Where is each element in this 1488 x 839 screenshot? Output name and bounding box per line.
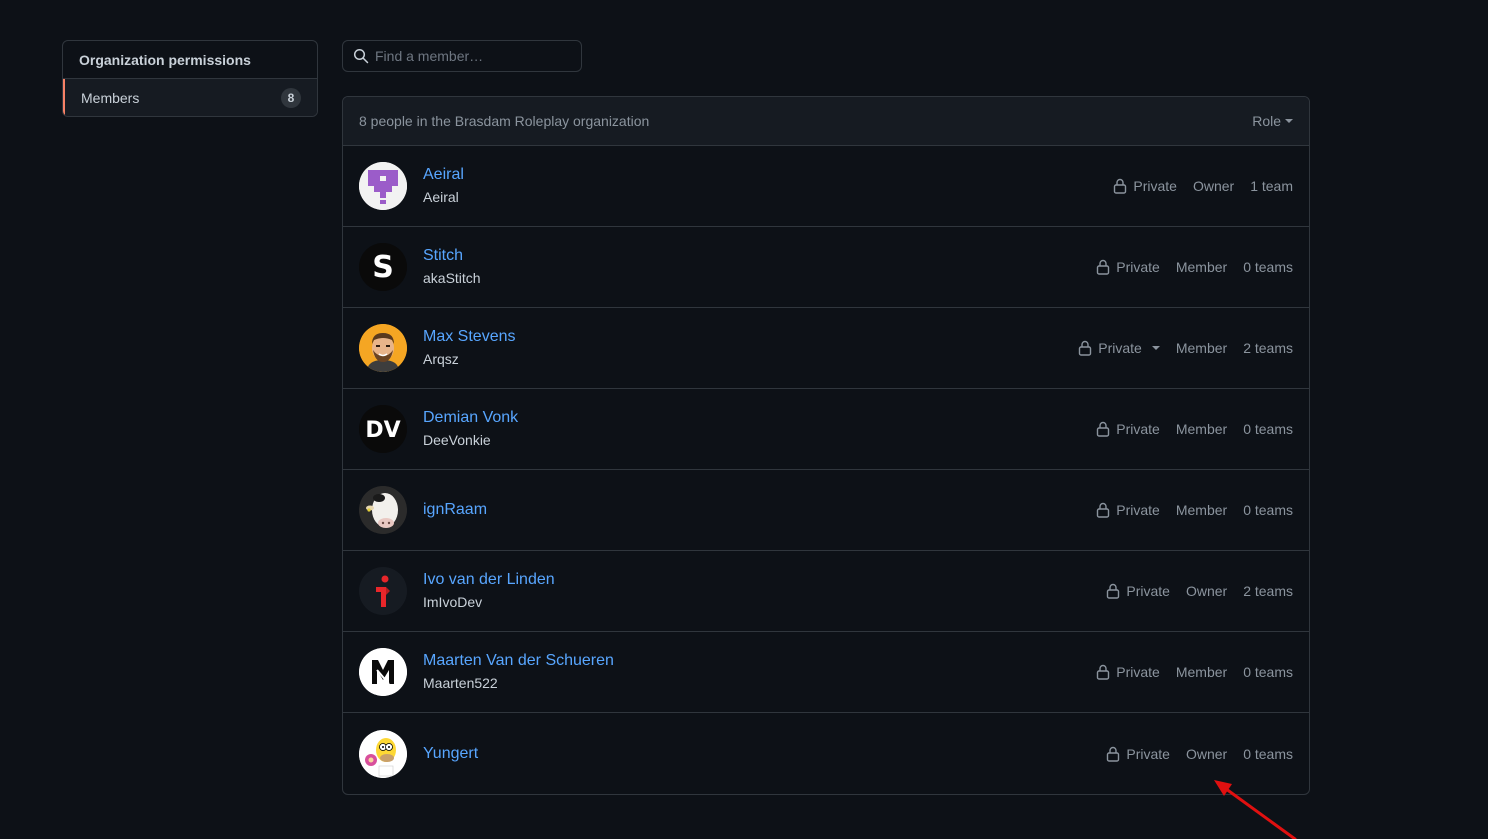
member-name-link[interactable]: Stitch <box>423 245 481 267</box>
member-teams-link[interactable]: 0 teams <box>1243 259 1293 275</box>
member-role: Member <box>1175 421 1228 437</box>
lock-icon <box>1097 664 1110 680</box>
visibility-label: Private <box>1116 664 1160 680</box>
search-input[interactable] <box>375 48 575 64</box>
lock-icon <box>1079 340 1092 356</box>
sidebar-item-label: Members <box>81 89 140 106</box>
caret-down-icon <box>1285 119 1293 123</box>
member-login: akaStitch <box>423 270 481 286</box>
member-name-link[interactable]: Aeiral <box>423 164 464 186</box>
member-login: Arqsz <box>423 351 459 367</box>
role-filter-label: Role <box>1252 113 1281 129</box>
m-logo-avatar[interactable] <box>359 648 407 696</box>
member-login: Maarten522 <box>423 675 498 691</box>
member-name-link[interactable]: Ivo van der Linden <box>423 569 555 591</box>
purple-pixel-avatar[interactable] <box>359 162 407 210</box>
visibility-status: Private <box>1106 583 1170 599</box>
member-name-link[interactable]: Demian Vonk <box>423 407 518 429</box>
member-name-link[interactable]: Max Stevens <box>423 326 515 348</box>
members-panel: 8 people in the Brasdam Roleplay organiz… <box>342 96 1310 795</box>
visibility-status: Private <box>1096 502 1160 518</box>
role-filter-dropdown[interactable]: Role <box>1252 113 1293 129</box>
lock-icon <box>1097 259 1110 275</box>
org-permissions-sidebar: Organization permissions Members 8 <box>62 40 318 117</box>
member-row: Ivo van der Linden ImIvoDev Private Owne… <box>343 551 1309 632</box>
visibility-label: Private <box>1098 340 1142 356</box>
bearded-man-avatar[interactable] <box>359 324 407 372</box>
members-count-badge: 8 <box>281 87 301 108</box>
red-i-logo-avatar[interactable] <box>359 567 407 615</box>
member-teams-link[interactable]: 0 teams <box>1243 502 1293 518</box>
search-icon <box>353 48 369 64</box>
member-row: DV Demian Vonk DeeVonkie Private Member … <box>343 389 1309 470</box>
visibility-label: Private <box>1116 259 1160 275</box>
member-login: DeeVonkie <box>423 432 491 448</box>
member-role: Member <box>1175 259 1228 275</box>
member-role: Owner <box>1185 745 1228 762</box>
visibility-dropdown[interactable]: Private <box>1078 340 1160 356</box>
sidebar-heading: Organization permissions <box>63 41 317 79</box>
svg-text:DV: DV <box>365 418 400 443</box>
visibility-label: Private <box>1116 421 1160 437</box>
members-panel-header: 8 people in the Brasdam Roleplay organiz… <box>343 97 1309 146</box>
member-name-link[interactable]: Maarten Van der Schueren <box>423 650 614 672</box>
visibility-label: Private <box>1126 745 1170 762</box>
visibility-status: Private <box>1113 178 1177 194</box>
member-search-box <box>342 40 582 72</box>
cartoon-character-avatar[interactable] <box>359 729 407 778</box>
visibility-label: Private <box>1116 502 1160 518</box>
member-role: Member <box>1175 340 1228 356</box>
visibility-label: Private <box>1133 178 1177 194</box>
member-teams-link[interactable]: 0 teams <box>1243 746 1293 762</box>
member-teams-link[interactable]: 2 teams <box>1243 583 1293 599</box>
member-login: ImIvoDev <box>423 594 483 610</box>
member-row: Maarten Van der Schueren Maarten522 Priv… <box>343 632 1309 713</box>
lock-icon <box>1097 421 1110 437</box>
member-teams-link[interactable]: 0 teams <box>1243 421 1293 437</box>
member-row: S Stitch akaStitch Private Member 0 team… <box>343 227 1309 308</box>
member-role: Member <box>1175 502 1228 518</box>
member-teams-link[interactable]: 1 team <box>1250 178 1293 194</box>
member-role: Member <box>1175 664 1228 680</box>
lock-icon <box>1114 178 1127 194</box>
lock-icon <box>1107 746 1120 762</box>
member-role: Owner <box>1192 178 1235 194</box>
member-role: Owner <box>1185 583 1228 599</box>
member-teams-link[interactable]: 0 teams <box>1243 664 1293 680</box>
member-row: ignRaam Private Member 0 teams <box>343 470 1309 551</box>
member-row: Aeiral Aeiral Private Owner 1 team <box>343 146 1309 227</box>
visibility-status: Private <box>1096 421 1160 437</box>
dv-logo-avatar[interactable]: DV <box>359 405 407 453</box>
lock-icon <box>1107 583 1120 599</box>
cow-avatar[interactable] <box>359 486 407 534</box>
sidebar-item-members[interactable]: Members 8 <box>63 79 317 116</box>
caret-down-icon <box>1151 346 1160 350</box>
visibility-status: Private <box>1096 664 1160 680</box>
visibility-label: Private <box>1126 583 1170 599</box>
visibility-status: Private <box>1106 746 1170 762</box>
member-name-link[interactable]: ignRaam <box>423 499 487 521</box>
s-logo-avatar[interactable]: S <box>359 243 407 291</box>
lock-icon <box>1097 502 1110 518</box>
members-summary: 8 people in the Brasdam Roleplay organiz… <box>359 113 650 129</box>
member-teams-link[interactable]: 2 teams <box>1243 340 1293 356</box>
member-row: Max Stevens Arqsz Private Member 2 teams <box>343 308 1309 389</box>
member-name-link[interactable]: Yungert <box>423 743 478 765</box>
member-login: Aeiral <box>423 189 459 205</box>
annotation-arrow-icon <box>1214 780 1297 839</box>
visibility-status: Private <box>1096 259 1160 275</box>
svg-text:S: S <box>372 250 394 285</box>
member-row: Yungert Private Owner 0 teams <box>343 713 1309 794</box>
